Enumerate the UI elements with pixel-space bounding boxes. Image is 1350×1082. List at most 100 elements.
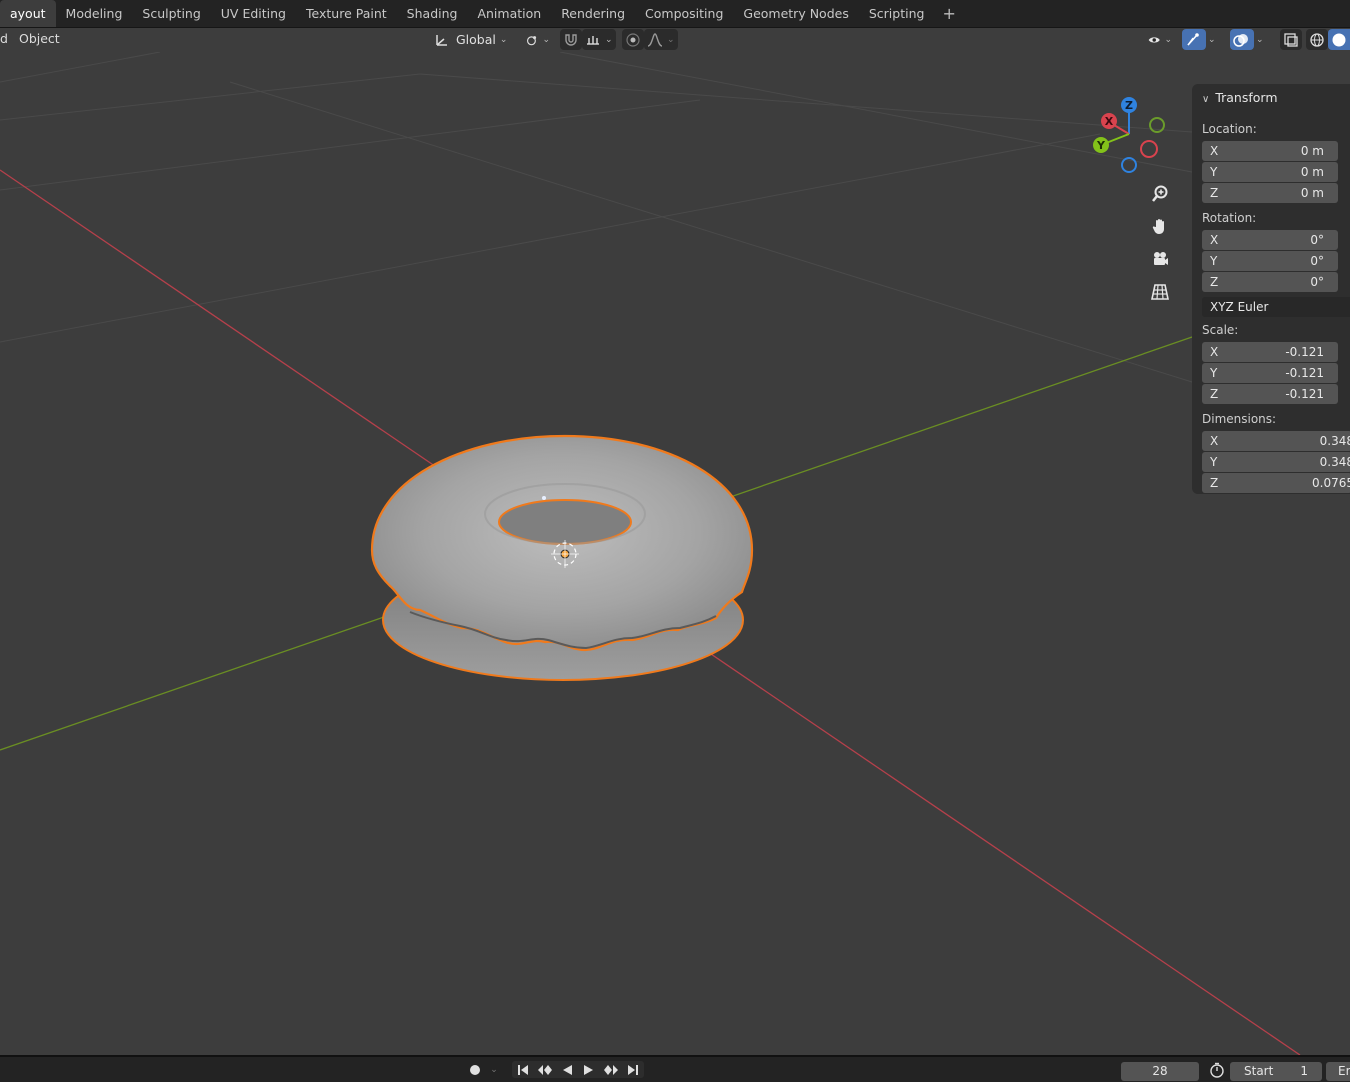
transform-orientation-dropdown[interactable]: Global ⌄	[428, 29, 516, 50]
overlays-dropdown[interactable]: ⌄	[1254, 29, 1270, 50]
gizmo-toggle[interactable]	[1182, 29, 1206, 50]
pivot-icon	[526, 35, 537, 45]
visibility-dropdown[interactable]: ⌄	[1142, 29, 1178, 50]
start-frame-field[interactable]: Start 1	[1230, 1062, 1322, 1081]
gizmo-dropdown[interactable]: ⌄	[1206, 29, 1222, 50]
rotation-x-field[interactable]: X 0°	[1202, 230, 1338, 250]
field-value: 0°	[1310, 275, 1324, 289]
location-y-field[interactable]: Y 0 m	[1202, 162, 1338, 182]
next-keyframe-button[interactable]	[600, 1061, 622, 1078]
field-value: 0°	[1310, 233, 1324, 247]
chevron-down-icon: ⌄	[1208, 34, 1216, 45]
end-frame-field[interactable]: Er	[1326, 1062, 1350, 1081]
axis-label: Z	[1210, 275, 1219, 289]
prev-keyframe-button[interactable]	[534, 1061, 556, 1078]
scale-y-field[interactable]: Y -0.121	[1202, 363, 1338, 383]
xray-toggle[interactable]	[1280, 29, 1302, 50]
dimensions-x-field[interactable]: X 0.348	[1202, 431, 1350, 451]
axis-label: Y	[1210, 254, 1218, 268]
add-workspace-button[interactable]: +	[934, 0, 963, 27]
current-frame-field[interactable]: 28	[1121, 1062, 1199, 1081]
location-z-field[interactable]: Z 0 m	[1202, 183, 1338, 203]
dimensions-z-field[interactable]: Z 0.0765	[1202, 473, 1350, 493]
record-options-dropdown[interactable]: ⌄	[486, 1061, 502, 1078]
field-value: -0.121	[1285, 345, 1324, 359]
gizmo-y-label: Y	[1096, 139, 1106, 152]
tab-modeling[interactable]: Modeling	[56, 0, 133, 27]
tab-compositing[interactable]: Compositing	[635, 0, 733, 27]
tab-rendering[interactable]: Rendering	[551, 0, 635, 27]
jump-to-start-icon	[518, 1064, 528, 1075]
proportional-icon	[626, 32, 640, 47]
play-button[interactable]	[578, 1061, 600, 1078]
field-value: 0 m	[1300, 186, 1324, 200]
magnet-icon	[565, 33, 577, 46]
jump-end-button[interactable]	[622, 1061, 644, 1078]
current-frame-value: 28	[1152, 1064, 1168, 1078]
rotation-mode-dropdown[interactable]: XYZ Euler	[1202, 297, 1350, 317]
rotation-z-field[interactable]: Z 0°	[1202, 272, 1338, 292]
toggle-projection-button[interactable]	[1146, 278, 1174, 306]
axis-label: X	[1210, 144, 1219, 158]
field-value: 0.348	[1319, 455, 1350, 469]
navigation-gizmo[interactable]: Z X Y	[1093, 97, 1165, 173]
tab-uv-editing[interactable]: UV Editing	[211, 0, 296, 27]
start-label: Start	[1244, 1064, 1274, 1078]
overlays-toggle[interactable]	[1230, 29, 1254, 50]
dimensions-y-field[interactable]: Y 0.348	[1202, 452, 1350, 472]
field-value: 0.0765	[1312, 476, 1350, 490]
proportional-falloff-dropdown[interactable]: ⌄	[644, 29, 678, 50]
tab-geometry-nodes[interactable]: Geometry Nodes	[733, 0, 858, 27]
location-label: Location:	[1202, 122, 1257, 136]
axis-label: Z	[1210, 186, 1219, 200]
transform-panel-header[interactable]: ∨ Transform	[1202, 90, 1278, 105]
mode-menu[interactable]: d	[0, 31, 8, 46]
tab-texture-paint[interactable]: Texture Paint	[296, 0, 397, 27]
location-x-field[interactable]: X 0 m	[1202, 141, 1338, 161]
jump-start-button[interactable]	[512, 1061, 534, 1078]
zoom-button[interactable]	[1146, 180, 1174, 208]
preview-range-toggle[interactable]	[1206, 1061, 1228, 1078]
eye-icon	[1148, 36, 1160, 43]
workspace-tab-bar: ayout Modeling Sculpting UV Editing Text…	[0, 0, 1350, 28]
axis-label: X	[1210, 233, 1219, 247]
chevron-down-icon: ⌄	[542, 34, 550, 45]
shading-wireframe-button[interactable]	[1306, 29, 1328, 50]
tab-scripting[interactable]: Scripting	[859, 0, 935, 27]
field-value: 0°	[1310, 254, 1324, 268]
field-value: -0.121	[1285, 387, 1324, 401]
object-menu[interactable]: Object	[19, 31, 60, 46]
scale-x-field[interactable]: X -0.121	[1202, 342, 1338, 362]
donut-object[interactable]	[370, 434, 754, 681]
tab-shading[interactable]: Shading	[397, 0, 468, 27]
proportional-editing-toggle[interactable]	[622, 29, 644, 50]
play-icon	[584, 1064, 593, 1075]
record-icon	[470, 1064, 480, 1075]
field-value: 0 m	[1300, 165, 1324, 179]
rotation-y-field[interactable]: Y 0°	[1202, 251, 1338, 271]
chevron-down-icon: ⌄	[490, 1064, 498, 1075]
scale-z-field[interactable]: Z -0.121	[1202, 384, 1338, 404]
shading-solid-button[interactable]	[1328, 29, 1350, 50]
chevron-down-icon: ⌄	[605, 34, 613, 45]
3d-viewport[interactable]: Z X Y	[0, 52, 1350, 1055]
wireframe-sphere-icon	[1310, 32, 1324, 47]
play-reverse-button[interactable]	[556, 1061, 578, 1078]
axis-label: Y	[1210, 455, 1218, 469]
timeline-bar: ⌄ 28 Start 1 Er	[0, 1055, 1350, 1082]
snap-target-dropdown[interactable]: ⌄	[582, 29, 616, 50]
tab-sculpting[interactable]: Sculpting	[132, 0, 210, 27]
snap-toggle[interactable]	[560, 29, 582, 50]
jump-to-end-icon	[628, 1064, 638, 1075]
pivot-point-dropdown[interactable]: ⌄	[520, 29, 556, 50]
dimensions-label: Dimensions:	[1202, 412, 1277, 426]
tab-animation[interactable]: Animation	[467, 0, 551, 27]
pan-button[interactable]	[1146, 213, 1174, 241]
axis-label: Z	[1210, 476, 1219, 490]
camera-view-button[interactable]	[1146, 245, 1174, 273]
falloff-curve-icon	[647, 32, 663, 47]
orientation-value: Global	[456, 32, 496, 47]
record-button[interactable]	[464, 1061, 486, 1078]
viewport-scene: Z X Y	[0, 52, 1301, 1055]
tab-layout[interactable]: ayout	[0, 0, 56, 27]
